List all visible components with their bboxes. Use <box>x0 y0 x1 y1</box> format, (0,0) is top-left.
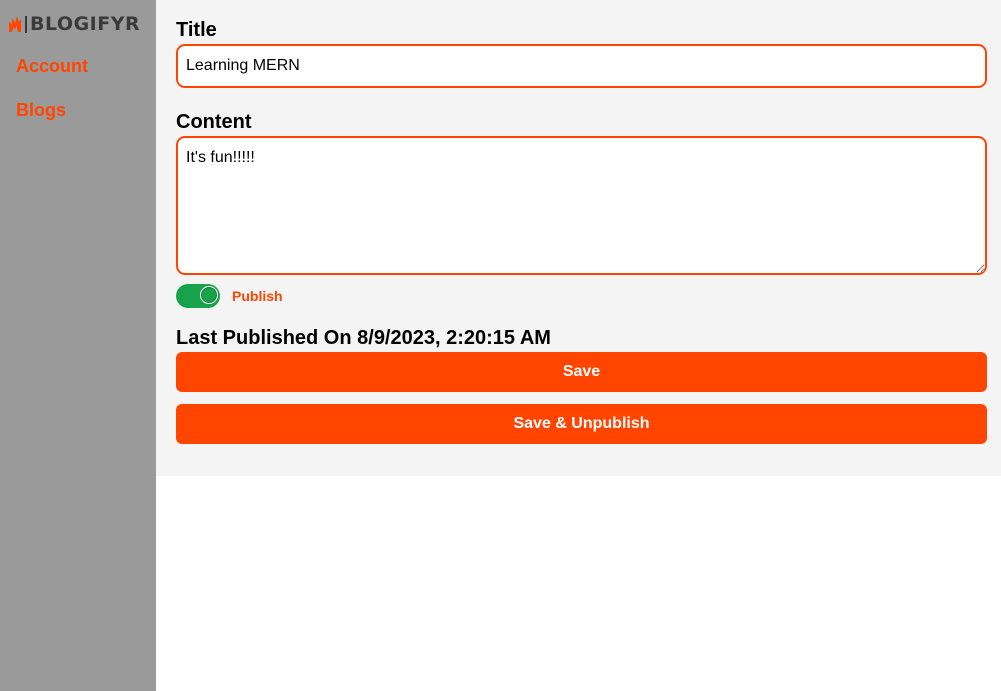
logo-separator <box>25 15 27 33</box>
logo[interactable]: BLOGIFYR <box>8 12 140 36</box>
content-textarea[interactable]: It's fun!!!!! <box>176 136 987 275</box>
sidebar: BLOGIFYR Account Blogs <box>0 0 156 691</box>
save-unpublish-button[interactable]: Save & Unpublish <box>176 404 987 444</box>
app: BLOGIFYR Account Blogs Title Content It'… <box>0 0 1001 691</box>
blog-editor-form: Title Content It's fun!!!!! Publish Last… <box>156 0 1001 476</box>
logo-text: BLOGIFYR <box>30 13 141 35</box>
sidebar-item-blogs[interactable]: Blogs <box>16 99 66 121</box>
last-published-text: Last Published On 8/9/2023, 2:20:15 AM <box>176 327 551 349</box>
sidebar-item-account[interactable]: Account <box>16 55 88 77</box>
toggle-knob <box>200 286 218 304</box>
title-input[interactable] <box>176 44 987 88</box>
publish-toggle[interactable] <box>176 284 220 308</box>
save-button[interactable]: Save <box>176 352 987 392</box>
title-label: Title <box>176 19 217 41</box>
content-label: Content <box>176 111 252 133</box>
publish-toggle-label[interactable]: Publish <box>232 288 283 304</box>
flame-icon <box>9 16 21 32</box>
